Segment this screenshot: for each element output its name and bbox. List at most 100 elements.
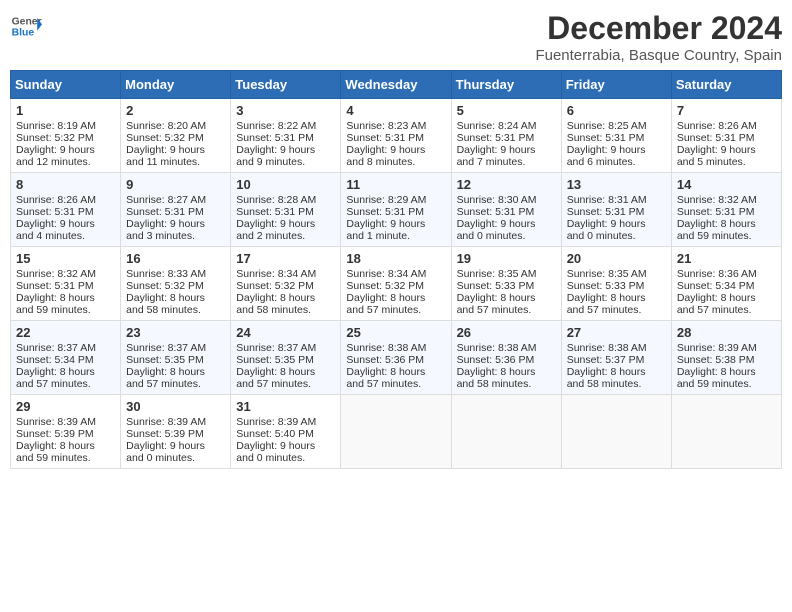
sunset-text: Sunset: 5:31 PM: [126, 206, 204, 218]
sunrise-text: Sunrise: 8:31 AM: [567, 194, 647, 206]
daylight-text: Daylight: 9 hours and 0 minutes.: [126, 440, 205, 464]
daylight-text: Daylight: 9 hours and 8 minutes.: [346, 144, 425, 168]
calendar-week-row: 29 Sunrise: 8:39 AM Sunset: 5:39 PM Dayl…: [11, 395, 782, 469]
sunrise-text: Sunrise: 8:19 AM: [16, 120, 96, 132]
sunrise-text: Sunrise: 8:27 AM: [126, 194, 206, 206]
day-number: 20: [567, 251, 666, 266]
sunrise-text: Sunrise: 8:34 AM: [346, 268, 426, 280]
sunrise-text: Sunrise: 8:39 AM: [677, 342, 757, 354]
table-row: 28 Sunrise: 8:39 AM Sunset: 5:38 PM Dayl…: [671, 321, 781, 395]
day-number: 16: [126, 251, 225, 266]
daylight-text: Daylight: 9 hours and 9 minutes.: [236, 144, 315, 168]
header: General Blue December 2024 Fuenterrabia,…: [10, 10, 782, 64]
sunset-text: Sunset: 5:34 PM: [16, 354, 94, 366]
table-row: 13 Sunrise: 8:31 AM Sunset: 5:31 PM Dayl…: [561, 173, 671, 247]
sunset-text: Sunset: 5:32 PM: [126, 280, 204, 292]
sunrise-text: Sunrise: 8:32 AM: [677, 194, 757, 206]
table-row: 19 Sunrise: 8:35 AM Sunset: 5:33 PM Dayl…: [451, 247, 561, 321]
table-row: 16 Sunrise: 8:33 AM Sunset: 5:32 PM Dayl…: [121, 247, 231, 321]
sunset-text: Sunset: 5:39 PM: [16, 428, 94, 440]
table-row: [451, 395, 561, 469]
sunset-text: Sunset: 5:31 PM: [346, 206, 424, 218]
col-sunday: Sunday: [11, 71, 121, 99]
daylight-text: Daylight: 9 hours and 5 minutes.: [677, 144, 756, 168]
sunset-text: Sunset: 5:40 PM: [236, 428, 314, 440]
day-number: 12: [457, 177, 556, 192]
sunset-text: Sunset: 5:31 PM: [677, 206, 755, 218]
daylight-text: Daylight: 8 hours and 57 minutes.: [236, 366, 315, 390]
daylight-text: Daylight: 8 hours and 57 minutes.: [16, 366, 95, 390]
table-row: 1 Sunrise: 8:19 AM Sunset: 5:32 PM Dayli…: [11, 99, 121, 173]
sunrise-text: Sunrise: 8:22 AM: [236, 120, 316, 132]
day-number: 1: [16, 103, 115, 118]
calendar: Sunday Monday Tuesday Wednesday Thursday…: [10, 70, 782, 469]
table-row: 29 Sunrise: 8:39 AM Sunset: 5:39 PM Dayl…: [11, 395, 121, 469]
sunrise-text: Sunrise: 8:30 AM: [457, 194, 537, 206]
col-friday: Friday: [561, 71, 671, 99]
day-number: 30: [126, 399, 225, 414]
sunset-text: Sunset: 5:32 PM: [346, 280, 424, 292]
table-row: [561, 395, 671, 469]
daylight-text: Daylight: 9 hours and 1 minute.: [346, 218, 425, 242]
table-row: 25 Sunrise: 8:38 AM Sunset: 5:36 PM Dayl…: [341, 321, 451, 395]
calendar-header-row: Sunday Monday Tuesday Wednesday Thursday…: [11, 71, 782, 99]
day-number: 19: [457, 251, 556, 266]
day-number: 25: [346, 325, 445, 340]
table-row: 5 Sunrise: 8:24 AM Sunset: 5:31 PM Dayli…: [451, 99, 561, 173]
daylight-text: Daylight: 8 hours and 59 minutes.: [16, 292, 95, 316]
sunrise-text: Sunrise: 8:25 AM: [567, 120, 647, 132]
day-number: 4: [346, 103, 445, 118]
sunrise-text: Sunrise: 8:24 AM: [457, 120, 537, 132]
col-tuesday: Tuesday: [231, 71, 341, 99]
calendar-week-row: 22 Sunrise: 8:37 AM Sunset: 5:34 PM Dayl…: [11, 321, 782, 395]
subtitle: Fuenterrabia, Basque Country, Spain: [535, 47, 782, 64]
col-monday: Monday: [121, 71, 231, 99]
sunrise-text: Sunrise: 8:20 AM: [126, 120, 206, 132]
day-number: 10: [236, 177, 335, 192]
sunset-text: Sunset: 5:36 PM: [457, 354, 535, 366]
calendar-week-row: 15 Sunrise: 8:32 AM Sunset: 5:31 PM Dayl…: [11, 247, 782, 321]
sunset-text: Sunset: 5:33 PM: [457, 280, 535, 292]
daylight-text: Daylight: 8 hours and 57 minutes.: [346, 292, 425, 316]
sunset-text: Sunset: 5:31 PM: [457, 132, 535, 144]
sunrise-text: Sunrise: 8:26 AM: [677, 120, 757, 132]
sunset-text: Sunset: 5:33 PM: [567, 280, 645, 292]
sunset-text: Sunset: 5:31 PM: [567, 132, 645, 144]
table-row: 4 Sunrise: 8:23 AM Sunset: 5:31 PM Dayli…: [341, 99, 451, 173]
table-row: 3 Sunrise: 8:22 AM Sunset: 5:31 PM Dayli…: [231, 99, 341, 173]
daylight-text: Daylight: 8 hours and 58 minutes.: [236, 292, 315, 316]
main-title: December 2024: [535, 10, 782, 47]
sunset-text: Sunset: 5:37 PM: [567, 354, 645, 366]
daylight-text: Daylight: 8 hours and 57 minutes.: [346, 366, 425, 390]
daylight-text: Daylight: 8 hours and 59 minutes.: [677, 218, 756, 242]
svg-text:Blue: Blue: [12, 28, 35, 39]
table-row: 22 Sunrise: 8:37 AM Sunset: 5:34 PM Dayl…: [11, 321, 121, 395]
day-number: 14: [677, 177, 776, 192]
sunset-text: Sunset: 5:35 PM: [126, 354, 204, 366]
sunrise-text: Sunrise: 8:34 AM: [236, 268, 316, 280]
page-container: General Blue December 2024 Fuenterrabia,…: [10, 10, 782, 469]
day-number: 2: [126, 103, 225, 118]
table-row: 21 Sunrise: 8:36 AM Sunset: 5:34 PM Dayl…: [671, 247, 781, 321]
logo: General Blue: [10, 10, 42, 42]
daylight-text: Daylight: 8 hours and 58 minutes.: [567, 366, 646, 390]
table-row: 30 Sunrise: 8:39 AM Sunset: 5:39 PM Dayl…: [121, 395, 231, 469]
day-number: 13: [567, 177, 666, 192]
sunrise-text: Sunrise: 8:36 AM: [677, 268, 757, 280]
sunrise-text: Sunrise: 8:37 AM: [236, 342, 316, 354]
sunset-text: Sunset: 5:35 PM: [236, 354, 314, 366]
day-number: 26: [457, 325, 556, 340]
day-number: 7: [677, 103, 776, 118]
sunset-text: Sunset: 5:31 PM: [236, 132, 314, 144]
day-number: 22: [16, 325, 115, 340]
daylight-text: Daylight: 8 hours and 57 minutes.: [457, 292, 536, 316]
table-row: 24 Sunrise: 8:37 AM Sunset: 5:35 PM Dayl…: [231, 321, 341, 395]
table-row: 27 Sunrise: 8:38 AM Sunset: 5:37 PM Dayl…: [561, 321, 671, 395]
table-row: 15 Sunrise: 8:32 AM Sunset: 5:31 PM Dayl…: [11, 247, 121, 321]
table-row: 11 Sunrise: 8:29 AM Sunset: 5:31 PM Dayl…: [341, 173, 451, 247]
sunrise-text: Sunrise: 8:39 AM: [236, 416, 316, 428]
col-thursday: Thursday: [451, 71, 561, 99]
sunset-text: Sunset: 5:31 PM: [236, 206, 314, 218]
day-number: 15: [16, 251, 115, 266]
sunrise-text: Sunrise: 8:29 AM: [346, 194, 426, 206]
